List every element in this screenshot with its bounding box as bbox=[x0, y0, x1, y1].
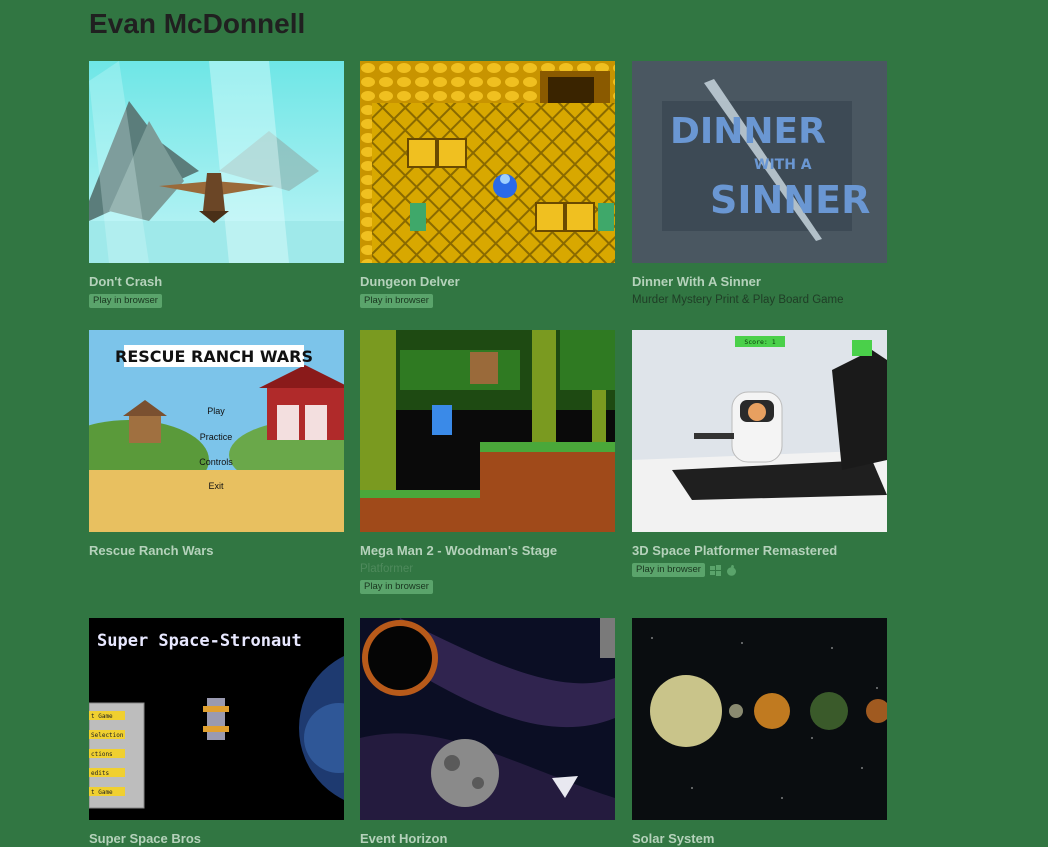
windows-icon bbox=[709, 564, 721, 576]
super-space-bros-image: Super Space-Stronaut t Game Selection ct… bbox=[89, 618, 344, 820]
thumb-menu-exit: Exit bbox=[208, 481, 224, 491]
play-in-browser-badge: Play in browser bbox=[360, 294, 433, 308]
rescue-ranch-wars-image: RESCUE RANCH WARS Play Practice Controls… bbox=[89, 330, 344, 532]
game-thumbnail[interactable] bbox=[360, 330, 615, 532]
game-card: RESCUE RANCH WARS Play Practice Controls… bbox=[89, 330, 344, 559]
game-thumbnail[interactable]: Score: 1 bbox=[632, 330, 887, 532]
dinner-word: DINNER bbox=[670, 111, 826, 152]
game-thumbnail[interactable]: DINNER WITH A SINNER bbox=[632, 61, 887, 263]
sinner-word: SINNER bbox=[710, 178, 870, 222]
dungeon-delver-image bbox=[360, 61, 615, 263]
game-thumbnail[interactable] bbox=[89, 61, 344, 263]
game-title-link[interactable]: Dinner With A Sinner bbox=[632, 274, 887, 290]
game-title-link[interactable]: Don't Crash bbox=[89, 274, 344, 290]
game-genre: Platformer bbox=[360, 563, 414, 575]
dinner-with-a-sinner-image: DINNER WITH A SINNER bbox=[632, 61, 887, 263]
game-title-link[interactable]: Rescue Ranch Wars bbox=[89, 543, 344, 559]
thumb-heading: RESCUE RANCH WARS bbox=[115, 347, 313, 366]
apple-icon bbox=[726, 564, 736, 576]
solar-system-image bbox=[632, 618, 887, 820]
game-title-link[interactable]: Event Horizon bbox=[360, 831, 615, 847]
game-card: Solar System bbox=[632, 618, 887, 847]
game-thumbnail[interactable]: RESCUE RANCH WARS Play Practice Controls… bbox=[89, 330, 344, 532]
thumb-heading: Super Space-Stronaut bbox=[97, 631, 302, 651]
thumb-menu-item: Selection bbox=[91, 732, 124, 739]
play-in-browser-badge: Play in browser bbox=[89, 294, 162, 308]
game-card: Super Space-Stronaut t Game Selection ct… bbox=[89, 618, 344, 847]
thumb-menu-item: edits bbox=[91, 770, 109, 777]
event-horizon-image bbox=[360, 618, 615, 820]
game-title-link[interactable]: Mega Man 2 - Woodman's Stage bbox=[360, 543, 615, 559]
game-card: Don't Crash Play in browser bbox=[89, 61, 344, 308]
thumb-menu-play: Play bbox=[207, 406, 225, 416]
thumb-menu-item: ctions bbox=[91, 751, 113, 758]
with-a-word: WITH A bbox=[754, 157, 812, 173]
game-thumbnail[interactable]: Super Space-Stronaut t Game Selection ct… bbox=[89, 618, 344, 820]
game-title-link[interactable]: 3D Space Platformer Remastered bbox=[632, 543, 887, 559]
mega-man-2-image bbox=[360, 330, 615, 532]
game-card: Event Horizon bbox=[360, 618, 615, 847]
score-label: Score: 1 bbox=[744, 338, 775, 346]
page-title: Evan McDonnell bbox=[89, 8, 306, 39]
game-thumbnail[interactable] bbox=[360, 61, 615, 263]
game-short-description: Murder Mystery Print & Play Board Game bbox=[632, 294, 844, 306]
thumb-menu-controls: Controls bbox=[199, 457, 233, 467]
game-card: Score: 1 3D Space Platformer Remastered … bbox=[632, 330, 887, 577]
game-title-link[interactable]: Solar System bbox=[632, 831, 887, 847]
thumb-menu-item: t Game bbox=[91, 789, 113, 796]
dont-crash-image bbox=[89, 61, 344, 263]
play-in-browser-badge: Play in browser bbox=[632, 563, 705, 577]
game-card: DINNER WITH A SINNER Dinner With A Sinne… bbox=[632, 61, 887, 307]
game-title-link[interactable]: Dungeon Delver bbox=[360, 274, 615, 290]
play-in-browser-badge: Play in browser bbox=[360, 580, 433, 594]
game-thumbnail[interactable] bbox=[632, 618, 887, 820]
thumb-menu-practice: Practice bbox=[200, 432, 233, 442]
3d-space-platformer-image: Score: 1 bbox=[632, 330, 887, 532]
game-thumbnail[interactable] bbox=[360, 618, 615, 820]
game-title-link[interactable]: Super Space Bros bbox=[89, 831, 344, 847]
game-card: Dungeon Delver Play in browser bbox=[360, 61, 615, 308]
game-card: Mega Man 2 - Woodman's Stage Platformer … bbox=[360, 330, 615, 594]
thumb-menu-item: t Game bbox=[91, 713, 113, 720]
